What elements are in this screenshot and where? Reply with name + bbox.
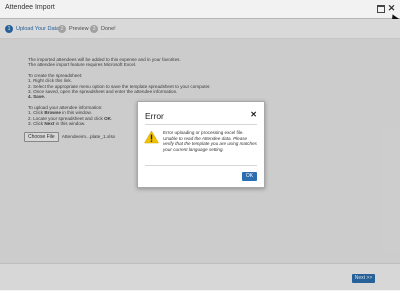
title-bar: Attendee Import ✕ <box>0 0 400 19</box>
warning-icon <box>144 130 159 144</box>
dialog-title: Error <box>145 111 164 121</box>
error-message-detail: Unable to read the Attendee data. Please… <box>163 135 257 152</box>
divider <box>145 124 257 125</box>
divider <box>145 165 257 166</box>
maximize-icon[interactable] <box>375 3 386 14</box>
window-title: Attendee Import <box>5 4 55 11</box>
dialog-message: Error uploading or processing excel file… <box>163 130 257 152</box>
error-dialog: Error ✕ Error uploading or processing ex… <box>137 101 265 188</box>
error-message-primary: Error uploading or processing excel file… <box>163 130 244 135</box>
dialog-close-icon[interactable]: ✕ <box>250 110 257 119</box>
ok-button[interactable]: OK <box>242 172 257 181</box>
